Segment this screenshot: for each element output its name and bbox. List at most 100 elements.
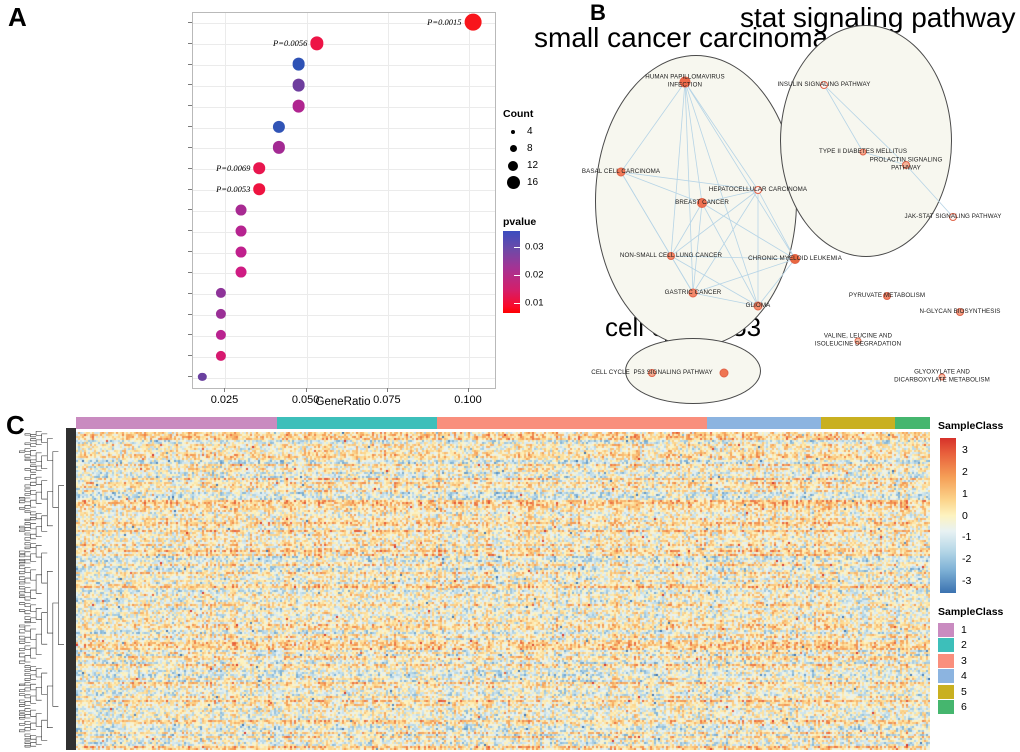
network-node-label: TYPE II DIABETES MELLITUS (818, 147, 908, 155)
dendrogram-branch (30, 511, 37, 516)
x-axis-tick-label: 0.100 (454, 394, 482, 406)
dendrogram-branch (41, 672, 48, 695)
grid-line-horizontal (193, 44, 495, 46)
dendrogram-branch (19, 640, 25, 644)
dendrogram-branch (24, 625, 31, 632)
pvalue-annotation: P=0.0053 (216, 184, 251, 195)
sample-class-swatch-1 (938, 622, 954, 637)
dendrogram-branch (30, 617, 37, 623)
dotplot-point (292, 99, 305, 113)
panel-a-dotplot: A Human papillomavirus infectionBreast c… (0, 0, 544, 410)
y-axis-tick (188, 355, 192, 357)
heatmap-matrix (76, 432, 930, 750)
dendrogram-branch (35, 633, 42, 655)
dendrogram-branch (24, 741, 31, 744)
dendrogram-branch (30, 666, 37, 671)
dendrogram-branch (19, 704, 25, 707)
grid-line-vertical (306, 13, 308, 388)
sample-class-swatch-4 (938, 669, 954, 684)
dendrogram-branch (35, 668, 42, 678)
dendrogram-branch (24, 546, 31, 550)
dendrogram-branch (30, 709, 37, 717)
dotplot-point (235, 225, 247, 237)
heatmap-colorbar (940, 438, 956, 593)
dendrogram-branch (19, 565, 25, 569)
dendrogram-branch (30, 517, 37, 521)
network-edge (620, 81, 686, 173)
dendrogram-branch (19, 558, 25, 562)
network-node-label: BASAL CELL CARCINOMA (581, 167, 661, 175)
dendrogram-branch (35, 608, 42, 620)
sample-class-legend-row: 6 (938, 700, 1003, 716)
network-node-label: JAK-STAT SIGNALING PATHWAY (904, 212, 1002, 220)
sample-class-label: 5 (961, 685, 967, 698)
y-axis-tick (188, 292, 192, 294)
grid-line-horizontal (193, 106, 495, 108)
network-node-label: HEPATOCELLULAR CARCINOMA (708, 185, 808, 193)
sample-class-legend-row: 4 (938, 669, 1003, 685)
dendrogram-branch (19, 450, 25, 453)
dendrogram-branch (24, 505, 31, 509)
row-label-block (66, 428, 76, 750)
dendrogram-branch (19, 713, 25, 716)
sample-class-label: 4 (961, 670, 967, 683)
dendrogram-branch (35, 491, 42, 504)
dendrogram-branch (30, 569, 37, 581)
sample-class-label: 6 (961, 701, 967, 714)
dendrogram-branch (35, 439, 42, 446)
network-node-label: GASTRIC CANCER (664, 288, 722, 296)
dendrogram-branch (24, 738, 31, 741)
grid-line-vertical (469, 13, 471, 388)
dendrogram-branch (30, 474, 37, 479)
sample-class-segment-6 (895, 417, 930, 429)
dendrogram-branch (24, 577, 31, 584)
x-axis-tick (386, 388, 388, 392)
dendrogram-branch (24, 678, 31, 681)
grid-line-vertical (387, 13, 389, 388)
dendrogram-branch (30, 647, 37, 659)
dendrogram-branch (30, 469, 37, 473)
pvalue-annotation: P=0.0069 (216, 163, 251, 174)
dotplot-point (235, 246, 247, 258)
y-axis-tick (188, 313, 192, 315)
dendrogram-branch (24, 636, 31, 643)
dendrogram-branch (24, 603, 31, 608)
network-node-label: PYRUVATE METABOLISM (848, 291, 926, 299)
dendrogram-branch (24, 532, 31, 536)
dendrogram-branch (30, 459, 37, 464)
dendrogram-branch (35, 686, 42, 701)
heatmap-canvas (76, 432, 930, 750)
dendrogram-branch (30, 553, 37, 562)
dendrogram-branch (24, 510, 31, 513)
dotplot-x-axis-title: GeneRatio (315, 396, 371, 408)
network-node-label: N-GLYCAN BIOSYNTHESIS (919, 307, 1001, 315)
dendrogram-branch (24, 442, 31, 445)
network-edge (701, 202, 796, 260)
dendrogram-branch (24, 522, 31, 526)
y-axis-tick (188, 42, 192, 44)
dendrogram-branch (19, 635, 25, 640)
dendrogram-branch (41, 433, 48, 443)
dendrogram-branch (24, 687, 31, 692)
grid-line-horizontal (193, 85, 495, 87)
dotplot-plot-area (192, 12, 496, 389)
x-axis-tick-label: 0.075 (373, 394, 401, 406)
dendrogram-branch (24, 537, 31, 541)
dendrogram-branch (24, 596, 31, 601)
dendrogram-branch (30, 734, 37, 740)
dendrogram-branch (19, 710, 25, 713)
network-node-label: NON-SMALL CELL LUNG CANCER (619, 251, 723, 259)
dendrogram-branch (24, 682, 31, 686)
heatmap-colorbar-tick: -3 (962, 575, 972, 587)
dotplot-point (235, 204, 247, 216)
dendrogram-branch (19, 699, 25, 703)
y-axis-tick (188, 146, 192, 148)
sample-class-label: 2 (961, 639, 967, 652)
heatmap-colorbar-tick: 3 (962, 444, 968, 456)
dendrogram-branch (30, 604, 37, 612)
dotplot-point (464, 14, 482, 31)
x-axis-tick (305, 388, 307, 392)
dendrogram-branch (30, 443, 37, 447)
dendrogram-branch (24, 448, 31, 452)
network-node-p53b[interactable] (719, 368, 729, 378)
